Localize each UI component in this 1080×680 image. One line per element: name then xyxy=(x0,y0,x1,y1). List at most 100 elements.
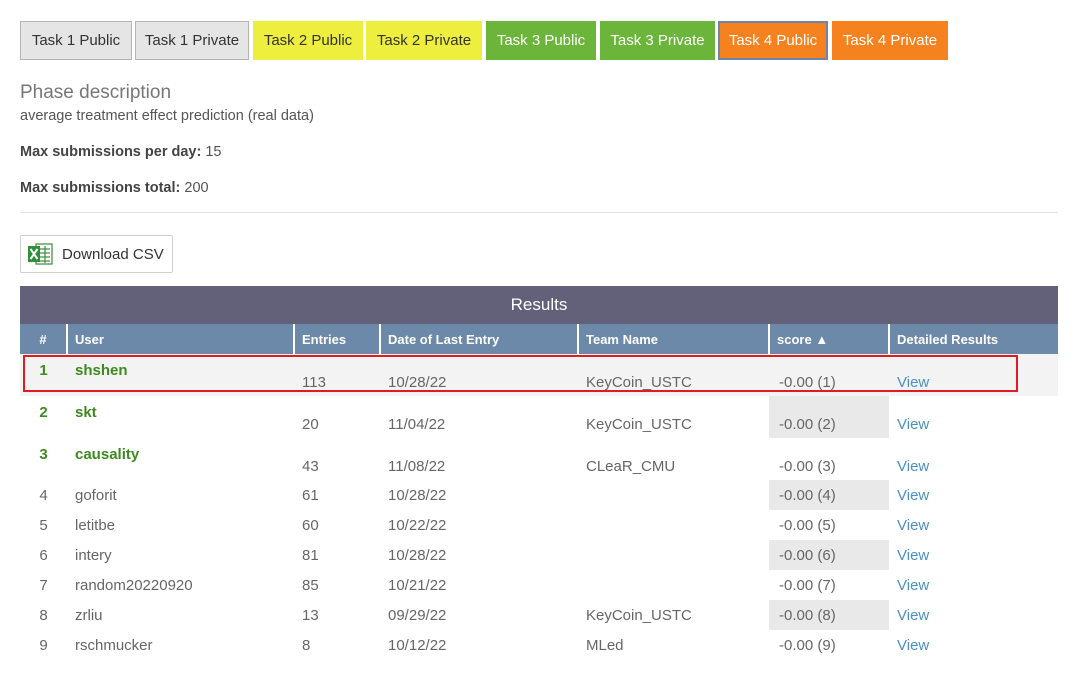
download-csv-button[interactable]: Download CSV xyxy=(20,235,173,273)
row-rank: 1 xyxy=(39,362,48,379)
tab-task1-public[interactable]: Task 1 Public xyxy=(20,21,132,60)
table-header-row: # User Entries Date of Last Entry Team N… xyxy=(20,324,1058,354)
row-rank: 3 xyxy=(39,446,48,463)
col-rank[interactable]: # xyxy=(20,324,68,354)
sort-ascending-icon: ▲ xyxy=(815,331,829,347)
row-date: 10/28/22 xyxy=(388,486,447,504)
max-per-day-value: 15 xyxy=(205,144,222,160)
row-user: letitbe xyxy=(75,516,116,534)
col-entries[interactable]: Entries xyxy=(294,324,381,354)
col-date[interactable]: Date of Last Entry xyxy=(380,324,579,354)
col-user[interactable]: User xyxy=(67,324,295,354)
table-row: 7 random20220920 85 10/21/22 -0.00 (7) V… xyxy=(20,570,1058,600)
tab-task2-private[interactable]: Task 2 Private xyxy=(366,21,482,60)
row-date: 10/28/22 xyxy=(388,373,447,391)
row-score: -0.00 (6) xyxy=(769,540,889,570)
row-rank: 6 xyxy=(39,546,48,564)
row-score: -0.00 (8) xyxy=(769,600,889,630)
excel-icon xyxy=(28,243,53,265)
row-user: intery xyxy=(75,546,112,564)
phase-title: Phase description xyxy=(20,82,172,103)
row-view-link[interactable]: View xyxy=(889,600,1058,630)
row-score: -0.00 (5) xyxy=(779,516,836,534)
col-detailed-results[interactable]: Detailed Results xyxy=(889,324,1058,354)
section-divider xyxy=(20,212,1058,213)
row-rank: 5 xyxy=(39,516,48,534)
row-team: KeyCoin_USTC xyxy=(586,606,692,624)
download-csv-label: Download CSV xyxy=(62,245,164,263)
row-rank: 7 xyxy=(39,576,48,594)
row-date: 10/22/22 xyxy=(388,516,447,534)
row-view-link[interactable]: View xyxy=(889,480,1058,510)
row-view-link[interactable]: View xyxy=(889,510,1058,540)
leaderboard-table: # User Entries Date of Last Entry Team N… xyxy=(20,324,1058,660)
row-user: goforit xyxy=(75,486,117,504)
row-team xyxy=(578,540,769,570)
results-header: Results xyxy=(20,286,1058,324)
row-score: -0.00 (3) xyxy=(779,457,836,475)
row-entries: 20 xyxy=(302,415,319,433)
row-entries: 85 xyxy=(302,576,319,594)
col-team[interactable]: Team Name xyxy=(578,324,770,354)
row-view-link[interactable]: View xyxy=(889,396,1058,438)
table-row: 1 shshen 113 10/28/22 KeyCoin_USTC -0.00… xyxy=(20,354,1058,396)
row-user: shshen xyxy=(75,362,128,379)
row-view-link[interactable]: View xyxy=(889,630,1058,660)
table-row: 3 causality 43 11/08/22 CLeaR_CMU -0.00 … xyxy=(20,438,1058,480)
row-rank: 8 xyxy=(39,606,48,624)
row-date: 10/28/22 xyxy=(388,546,447,564)
tab-task3-public[interactable]: Task 3 Public xyxy=(486,21,596,60)
tab-task4-private[interactable]: Task 4 Private xyxy=(832,21,948,60)
max-total-label: Max submissions total: xyxy=(20,180,181,196)
row-entries: 43 xyxy=(302,457,319,475)
row-user: skt xyxy=(75,404,97,421)
max-total: Max submissions total: 200 xyxy=(20,180,209,196)
table-row: 6 intery 81 10/28/22 -0.00 (6) View xyxy=(20,540,1058,570)
row-date: 11/08/22 xyxy=(388,457,446,475)
row-score: -0.00 (1) xyxy=(779,373,836,391)
row-team xyxy=(578,510,769,540)
table-row: 8 zrliu 13 09/29/22 KeyCoin_USTC -0.00 (… xyxy=(20,600,1058,630)
row-date: 11/04/22 xyxy=(388,415,446,433)
row-user: rschmucker xyxy=(75,636,153,654)
max-per-day-label: Max submissions per day: xyxy=(20,144,202,160)
row-team xyxy=(578,570,769,600)
tab-task4-public[interactable]: Task 4 Public xyxy=(718,21,828,60)
row-view-link[interactable]: View xyxy=(889,570,1058,600)
table-row: 2 skt 20 11/04/22 KeyCoin_USTC -0.00 (2)… xyxy=(20,396,1058,438)
row-score: -0.00 (9) xyxy=(779,636,836,654)
row-view-link[interactable]: View xyxy=(889,438,1058,480)
row-date: 09/29/22 xyxy=(388,606,447,624)
max-total-value: 200 xyxy=(184,180,209,196)
max-per-day: Max submissions per day: 15 xyxy=(20,144,221,160)
table-row: 9 rschmucker 8 10/12/22 MLed -0.00 (9) V… xyxy=(20,630,1058,660)
row-entries: 113 xyxy=(302,373,326,391)
row-team: KeyCoin_USTC xyxy=(586,373,692,391)
row-team: KeyCoin_USTC xyxy=(586,415,692,433)
table-row: 5 letitbe 60 10/22/22 -0.00 (5) View xyxy=(20,510,1058,540)
row-team: CLeaR_CMU xyxy=(586,457,676,475)
row-entries: 60 xyxy=(302,516,319,534)
col-score-label: score xyxy=(777,331,812,347)
row-view-link[interactable]: View xyxy=(889,540,1058,570)
row-view-link[interactable]: View xyxy=(889,354,1058,396)
table-row: 4 goforit 61 10/28/22 -0.00 (4) View xyxy=(20,480,1058,510)
row-user: zrliu xyxy=(75,606,103,624)
tab-task2-public[interactable]: Task 2 Public xyxy=(253,21,363,60)
row-user: random20220920 xyxy=(75,576,193,594)
row-date: 10/12/22 xyxy=(388,636,447,654)
tab-task1-private[interactable]: Task 1 Private xyxy=(135,21,249,60)
phase-subtitle: average treatment effect prediction (rea… xyxy=(20,108,314,124)
row-score: -0.00 (2) xyxy=(769,396,889,438)
row-score: -0.00 (7) xyxy=(779,576,836,594)
row-team xyxy=(578,480,769,510)
row-entries: 8 xyxy=(302,636,311,654)
tab-task3-private[interactable]: Task 3 Private xyxy=(600,21,715,60)
row-date: 10/21/22 xyxy=(388,576,447,594)
row-rank: 4 xyxy=(39,486,48,504)
col-score[interactable]: score ▲ xyxy=(769,324,890,354)
row-team: MLed xyxy=(586,636,624,654)
row-score: -0.00 (4) xyxy=(769,480,889,510)
row-entries: 81 xyxy=(302,546,319,564)
row-entries: 61 xyxy=(302,486,319,504)
